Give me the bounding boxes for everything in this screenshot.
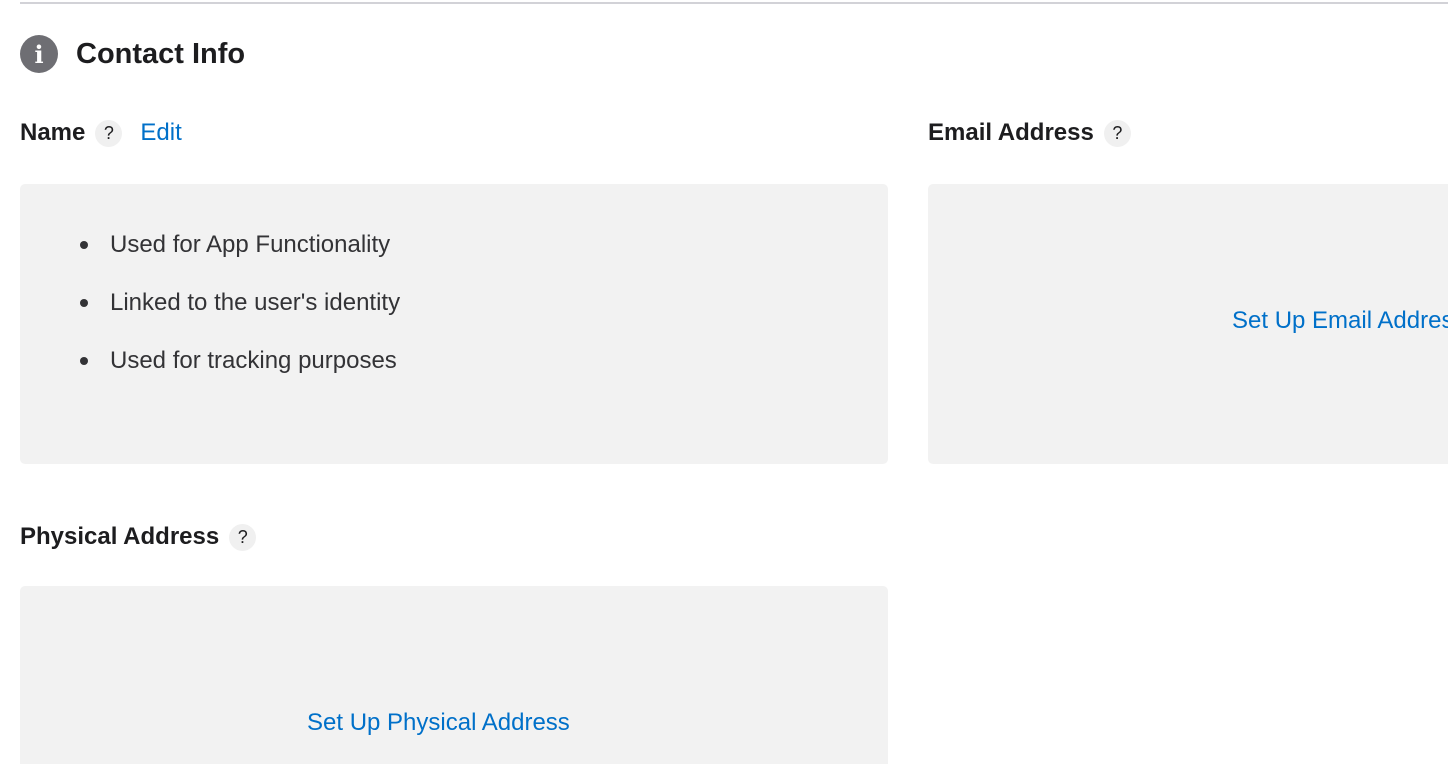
physical-address-label: Physical Address (20, 523, 220, 550)
question-mark-icon[interactable]: ? (1103, 119, 1131, 147)
question-mark-icon[interactable]: ? (95, 119, 123, 147)
physical-field-header: Physical Address ? (20, 522, 257, 552)
setup-email-link[interactable]: Set Up Email Address (1232, 307, 1448, 335)
section-header: i Contact Info (20, 35, 245, 73)
info-icon: i (20, 35, 58, 73)
question-mark-icon[interactable]: ? (229, 523, 257, 551)
email-card: Set Up Email Address (928, 184, 1448, 464)
name-usage-list: Used for App Functionality Linked to the… (78, 224, 400, 398)
section-title: Contact Info (76, 37, 246, 70)
email-field-header: Email Address ? (928, 118, 1131, 148)
name-label: Name (20, 119, 86, 146)
contact-info-page: i Contact Info Name ? Edit Used for App … (0, 0, 1448, 764)
setup-physical-address-link[interactable]: Set Up Physical Address (307, 709, 570, 737)
list-item: Used for App Functionality (78, 224, 400, 282)
list-item: Linked to the user's identity (78, 282, 400, 340)
list-item: Used for tracking purposes (78, 340, 400, 398)
physical-address-card: Set Up Physical Address (20, 586, 888, 764)
name-field-header: Name ? Edit (20, 118, 182, 148)
edit-name-link[interactable]: Edit (140, 119, 181, 147)
email-label: Email Address (928, 119, 1094, 146)
top-divider (20, 2, 1448, 4)
name-card: Used for App Functionality Linked to the… (20, 184, 888, 464)
